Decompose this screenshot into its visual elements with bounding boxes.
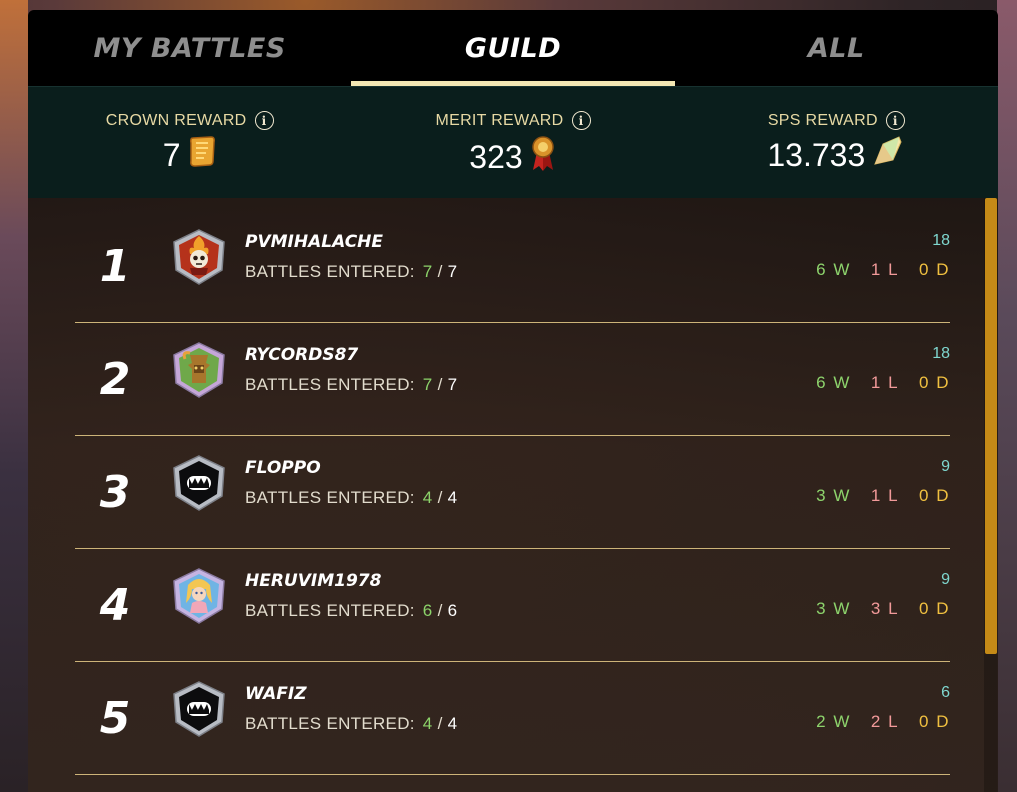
crown-reward-label: CROWN REWARD [105,111,247,129]
draws: 0 D [919,373,950,392]
tab-guild[interactable]: GUILD [351,10,675,86]
sps-crystal-icon [871,134,905,176]
wins: 6 W [816,260,851,279]
draws: 0 D [919,486,950,505]
info-icon[interactable]: i [571,111,591,130]
player-rank: 1 [99,240,131,292]
info-icon[interactable]: i [254,111,274,130]
battles-entered-total: 7 [447,262,458,281]
player-name[interactable]: WAFIZ [245,684,307,704]
battles-entered-label: BATTLES ENTERED: [245,375,415,394]
player-name[interactable]: HERUVIM1978 [245,571,381,591]
battles-entered-total: 7 [447,375,458,394]
battles-entered: BATTLES ENTERED: 7 / 7 [245,262,458,281]
player-name[interactable]: RYCORDS87 [245,345,358,365]
tab-bar: MY BATTLES GUILD ALL [28,10,998,86]
wins: 3 W [816,599,851,618]
angel-girl-avatar-icon[interactable] [170,567,228,625]
background-right [997,0,1017,792]
player-rank: 2 [99,353,131,405]
player-row[interactable]: 4 HERUVIM1978 BATTLES ENTERED: 6 / 6 9 3 … [75,549,950,662]
rewards-bar: CROWN REWARD i 7 MERIT REWARD i 323 SPS … [28,86,998,198]
info-icon[interactable]: i [885,111,905,130]
battles-entered-count: 7 [422,262,433,281]
win-loss-draw: 2 W 2 L 0 D [816,712,950,732]
wins: 6 W [816,373,851,392]
crown-token-icon [187,134,217,176]
fire-skull-avatar-icon[interactable] [170,228,228,286]
losses: 1 L [870,260,900,279]
battles-entered-total: 6 [447,601,458,620]
tree-spirit-avatar-icon[interactable] [170,341,228,399]
shadow-monster-avatar-icon[interactable] [170,680,228,738]
tab-all[interactable]: ALL [675,10,998,86]
battles-entered: BATTLES ENTERED: 4 / 4 [245,488,458,507]
player-row[interactable]: 2 RYCORDS87 BATTLES ENTERED: 7 / 7 18 6 W [75,323,950,436]
battles-entered: BATTLES ENTERED: 7 / 7 [245,375,458,394]
wins: 2 W [816,712,851,731]
player-name[interactable]: PVMIHALACHE [245,232,383,252]
battles-entered-count: 7 [422,375,433,394]
draws: 0 D [919,712,950,731]
losses: 1 L [870,373,900,392]
player-score: 18 [932,232,950,249]
sps-reward: SPS REWARD i 13.733 [675,87,998,176]
battles-entered: BATTLES ENTERED: 4 / 4 [245,714,458,733]
player-row[interactable]: 1 PVMIHALACHE BATTLES ENTERED:7 / 7 18 [75,210,950,323]
player-score: 9 [941,571,950,588]
player-score: 6 [941,684,950,701]
battles-entered: BATTLES ENTERED: 6 / 6 [245,601,458,620]
win-loss-draw: 3 W 1 L 0 D [816,486,950,506]
battles-entered-label: BATTLES ENTERED: [245,601,415,620]
losses: 3 L [870,599,900,618]
player-row[interactable]: 5 WAFIZ BATTLES ENTERED: 4 / 4 6 2 W 2 L … [75,662,950,775]
shadow-monster-avatar-icon[interactable] [170,454,228,512]
sps-reward-label: SPS REWARD [767,111,878,129]
wins: 3 W [816,486,851,505]
player-list: 1 PVMIHALACHE BATTLES ENTERED:7 / 7 18 [28,198,998,792]
merit-medal-icon [529,134,557,180]
player-rank: 4 [99,579,131,631]
player-row[interactable]: 3 FLOPPO BATTLES ENTERED: 4 / 4 9 3 W 1 L… [75,436,950,549]
player-rank: 3 [99,466,131,518]
scrollbar-thumb[interactable] [985,198,997,654]
battles-entered-total: 4 [447,488,458,507]
battles-entered-label: BATTLES ENTERED: [245,714,415,733]
sps-reward-value: 13.733 [767,136,866,173]
battles-entered-label: BATTLES ENTERED: [245,262,415,281]
win-loss-draw: 3 W 3 L 0 D [816,599,950,619]
battles-entered-label: BATTLES ENTERED: [245,488,415,507]
battles-entered-total: 4 [447,714,458,733]
battles-entered-count: 4 [422,714,433,733]
tab-my-battles[interactable]: MY BATTLES [28,10,351,86]
win-loss-draw: 6 W 1 L 0 D [816,260,950,280]
draws: 0 D [919,260,950,279]
merit-reward-label: MERIT REWARD [435,111,564,129]
battles-entered-count: 4 [422,488,433,507]
merit-reward: MERIT REWARD i 323 [351,87,674,180]
background-left [0,0,28,792]
crown-reward: CROWN REWARD i 7 [28,87,351,176]
player-score: 9 [941,458,950,475]
player-rank: 5 [99,692,131,744]
losses: 1 L [870,486,900,505]
leaderboard-panel: MY BATTLES GUILD ALL CROWN REWARD i 7 ME… [28,10,998,792]
losses: 2 L [870,712,900,731]
draws: 0 D [919,599,950,618]
win-loss-draw: 6 W 1 L 0 D [816,373,950,393]
crown-reward-value: 7 [162,136,181,173]
merit-reward-value: 323 [469,138,523,175]
player-score: 18 [932,345,950,362]
battles-entered-count: 6 [422,601,433,620]
player-name[interactable]: FLOPPO [245,458,321,478]
